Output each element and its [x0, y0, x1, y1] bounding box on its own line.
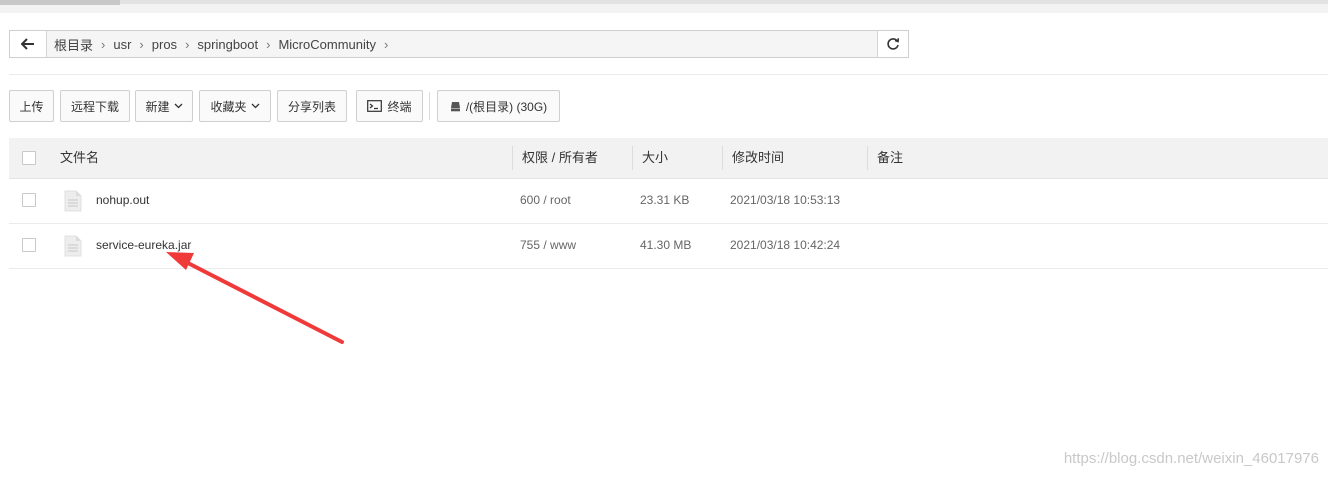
remote-download-button[interactable]: 远程下载: [60, 90, 130, 122]
breadcrumb-item-springboot[interactable]: springboot: [189, 37, 266, 52]
refresh-icon: [887, 38, 900, 50]
divider: [9, 74, 1328, 75]
file-size: 23.31 KB: [640, 193, 690, 207]
table-row[interactable]: nohup.out 600 / root 23.31 KB 2021/03/18…: [9, 178, 1328, 224]
row-checkbox[interactable]: [22, 193, 36, 207]
table-row[interactable]: service-eureka.jar 755 / www 41.30 MB 20…: [9, 223, 1328, 269]
arrow-left-icon: [21, 38, 34, 50]
chevron-right-icon: ›: [383, 36, 389, 52]
path-bar: 根目录 › usr › pros › springboot › MicroCom…: [9, 30, 909, 58]
upload-label: 上传: [19, 99, 44, 114]
terminal-icon: [367, 100, 383, 112]
column-header-modified[interactable]: 修改时间: [732, 138, 784, 178]
hard-drive-icon: [450, 101, 460, 111]
row-checkbox[interactable]: [22, 238, 36, 252]
terminal-label: 终端: [387, 99, 412, 114]
new-button[interactable]: 新建: [135, 90, 193, 122]
disk-label: /(根目录) (30G): [465, 99, 548, 114]
terminal-button[interactable]: 终端: [356, 90, 423, 122]
breadcrumb-item-pros[interactable]: pros: [144, 37, 185, 52]
share-list-button[interactable]: 分享列表: [277, 90, 347, 122]
column-header-name[interactable]: 文件名: [60, 138, 99, 178]
file-name[interactable]: nohup.out: [96, 178, 149, 223]
column-header-size[interactable]: 大小: [642, 138, 668, 178]
favorites-button[interactable]: 收藏夹: [199, 90, 271, 122]
scrollbar-thumb[interactable]: [0, 0, 120, 5]
share-list-label: 分享列表: [287, 99, 336, 114]
watermark: https://blog.csdn.net/weixin_46017976: [1063, 450, 1319, 467]
toolbar-divider: [429, 92, 430, 120]
select-all-checkbox[interactable]: [22, 151, 36, 165]
file-modified-time: 2021/03/18 10:42:24: [730, 238, 841, 252]
back-button[interactable]: [10, 31, 47, 57]
refresh-button[interactable]: [877, 31, 908, 57]
chevron-down-icon: [251, 103, 259, 109]
file-modified-time: 2021/03/18 10:53:13: [730, 193, 841, 207]
file-icon: [64, 190, 82, 212]
breadcrumb-item-root[interactable]: 根目录: [46, 35, 101, 54]
column-header-permission[interactable]: 权限 / 所有者: [522, 138, 598, 178]
file-icon: [64, 235, 82, 257]
new-label: 新建: [145, 99, 170, 114]
breadcrumb: 根目录 › usr › pros › springboot › MicroCom…: [46, 31, 388, 57]
breadcrumb-item-usr[interactable]: usr: [105, 37, 139, 52]
chevron-down-icon: [174, 103, 182, 109]
file-permission[interactable]: 755 / www: [520, 223, 576, 268]
remote-download-label: 远程下载: [70, 99, 119, 114]
file-name[interactable]: service-eureka.jar: [96, 223, 191, 268]
window-top-strip: [0, 0, 1328, 13]
file-permission[interactable]: 600 / root: [520, 178, 571, 223]
breadcrumb-item-microcommunity[interactable]: MicroCommunity: [270, 37, 384, 52]
file-table-header: 文件名 权限 / 所有者 大小 修改时间 备注: [9, 138, 1328, 179]
disk-button[interactable]: /(根目录) (30G): [437, 90, 560, 122]
column-header-note[interactable]: 备注: [877, 138, 903, 178]
favorites-label: 收藏夹: [210, 99, 247, 114]
file-size: 41.30 MB: [640, 238, 692, 252]
upload-button[interactable]: 上传: [9, 90, 54, 122]
